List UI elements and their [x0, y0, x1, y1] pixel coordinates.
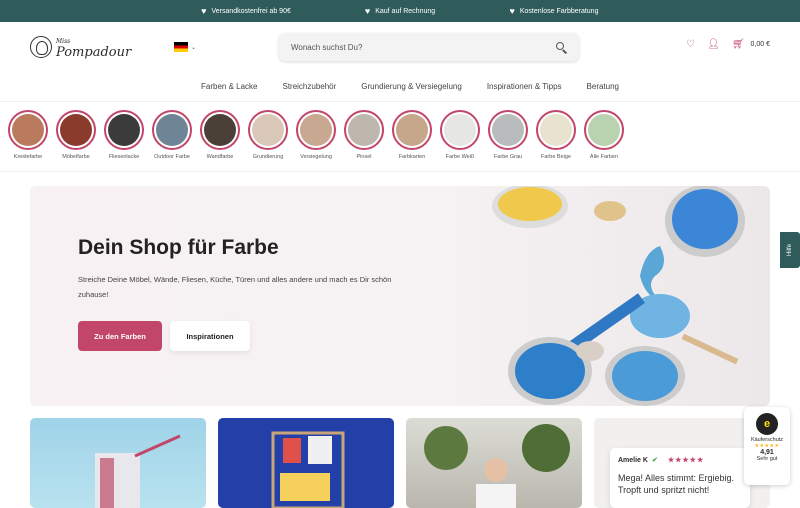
review-card: Amelie K ✔ ★★★★★ Mega! Alles stimmt: Erg…: [610, 448, 750, 508]
category-image: [200, 110, 240, 150]
chevron-down-icon: ⌄: [191, 44, 197, 51]
nav-item-grundierung[interactable]: Grundierung & Versiegelung: [361, 82, 462, 91]
hero-banner: Dein Shop für Farbe Streiche Deine Möbel…: [30, 186, 770, 406]
review-text: Mega! Alles stimmt: Ergiebig. Tropft und…: [618, 473, 735, 495]
to-colors-button[interactable]: Zu den Farben: [78, 321, 162, 351]
category-label: Kreidefarbe: [13, 154, 43, 160]
category-image: [56, 110, 96, 150]
category-image: [392, 110, 432, 150]
card-shelf[interactable]: [218, 418, 394, 508]
help-tab[interactable]: Hilfe: [780, 232, 800, 268]
category-item[interactable]: Wandfarbe: [200, 110, 240, 171]
category-strip: Kreidefarbe Möbelfarbe Fliesenlacke Outdoor…: [0, 102, 800, 172]
logo[interactable]: Miss Pompadour: [30, 36, 140, 60]
category-label: Grundierung: [252, 154, 284, 160]
german-flag-icon: [174, 42, 188, 52]
review-stars: ★★★★★: [667, 457, 705, 464]
trusted-shops-badge[interactable]: e Käuferschutz ★★★★★ 4,91 Sehr gut: [744, 407, 790, 485]
heart-icon: ♥: [201, 6, 207, 16]
category-label: Wandfarbe: [206, 154, 234, 160]
category-label: Möbelfarbe: [62, 154, 90, 160]
category-image: [344, 110, 384, 150]
cart-total[interactable]: 0,00 €: [751, 41, 770, 48]
category-item[interactable]: Farbe Weiß: [440, 110, 480, 171]
search-input[interactable]: [291, 42, 556, 52]
person-image: [424, 424, 570, 508]
category-item[interactable]: Versiegelung: [296, 110, 336, 171]
category-image: [8, 110, 48, 150]
language-selector[interactable]: ⌄: [174, 42, 196, 52]
category-item[interactable]: Grundierung: [248, 110, 288, 171]
wishlist-heart-icon[interactable]: ♡: [686, 39, 695, 50]
category-label: Farbe Grau: [493, 154, 523, 160]
pompadour-face-icon: [30, 36, 52, 58]
category-image: [296, 110, 336, 150]
card-person[interactable]: [406, 418, 582, 508]
category-image: [248, 110, 288, 150]
category-image: [536, 110, 576, 150]
category-item[interactable]: Outdoor Farbe: [152, 110, 192, 171]
paint-cans-image: [492, 186, 745, 406]
search-icon[interactable]: [556, 41, 567, 53]
category-item[interactable]: Pinsel: [344, 110, 384, 171]
category-item[interactable]: Alle Farben: [584, 110, 624, 171]
usp-bar: ♥ Versandkostenfrei ab 90€ ♥ Kauf auf Rech…: [0, 0, 800, 22]
usp-item: ♥ Kostenlose Farbberatung: [509, 6, 599, 16]
site-header: MissPompadour ⌄ ♡ 👤︎ 🛒︎ 0,00 €: [0, 22, 800, 72]
trusted-shops-seal-icon: e: [756, 413, 778, 435]
category-label: Farbkarten: [398, 154, 426, 160]
nav-item-farben-lacke[interactable]: Farben & Lacke: [201, 82, 257, 91]
category-item[interactable]: Fliesenlacke: [104, 110, 144, 171]
category-image: [152, 110, 192, 150]
shelf-image: [271, 431, 345, 508]
nav-item-inspirationen[interactable]: Inspirationen & Tipps: [487, 82, 562, 91]
reviewer-name: Amelie K: [618, 456, 648, 464]
tumbler-image: [95, 434, 181, 508]
usp-item: ♥ Versandkostenfrei ab 90€: [201, 6, 291, 16]
ts-rating: Sehr gut: [756, 456, 778, 462]
card-tumbler[interactable]: [30, 418, 206, 508]
main-navigation: Farben & Lacke Streichzubehör Grundierun…: [0, 72, 800, 102]
cart-icon[interactable]: 🛒︎: [732, 39, 745, 50]
category-label: Pinsel: [356, 154, 372, 160]
category-item[interactable]: Kreidefarbe: [8, 110, 48, 171]
header-actions: ♡ 👤︎ 🛒︎ 0,00 €: [686, 39, 770, 50]
category-image: [440, 110, 480, 150]
reviewer: Amelie K ✔ ★★★★★: [618, 456, 742, 465]
category-label: Alle Farben: [589, 154, 619, 160]
heart-icon: ♥: [509, 6, 515, 16]
category-image: [488, 110, 528, 150]
category-label: Fliesenlacke: [108, 154, 140, 160]
logo-text: Miss Pompadour: [56, 38, 132, 60]
hero-title: Dein Shop für Farbe: [78, 236, 279, 259]
hero-text: Streiche Deine Möbel, Wände, Fliesen, Kü…: [78, 275, 392, 299]
search-bar[interactable]: [279, 33, 579, 61]
category-image: [104, 110, 144, 150]
nav-item-beratung[interactable]: Beratung: [587, 82, 619, 91]
ts-score: 4,91: [760, 449, 774, 456]
verified-check-icon: ✔: [651, 457, 658, 464]
category-item[interactable]: Möbelfarbe: [56, 110, 96, 171]
inspirations-button[interactable]: Inspirationen: [170, 321, 250, 351]
category-label: Farbe Weiß: [445, 154, 475, 160]
account-icon[interactable]: 👤︎: [707, 39, 720, 50]
category-label: Farbe Beige: [541, 154, 571, 160]
category-item[interactable]: Farbe Beige: [536, 110, 576, 171]
heart-icon: ♥: [364, 6, 371, 16]
nav-item-streichzubehoer[interactable]: Streichzubehör: [282, 82, 336, 91]
category-image: [584, 110, 624, 150]
category-item[interactable]: Farbkarten: [392, 110, 432, 171]
category-label: Versiegelung: [300, 154, 332, 160]
usp-item: ♥ Kauf auf Rechnung: [364, 6, 436, 16]
category-label: Outdoor Farbe: [154, 154, 190, 160]
category-item[interactable]: Farbe Grau: [488, 110, 528, 171]
